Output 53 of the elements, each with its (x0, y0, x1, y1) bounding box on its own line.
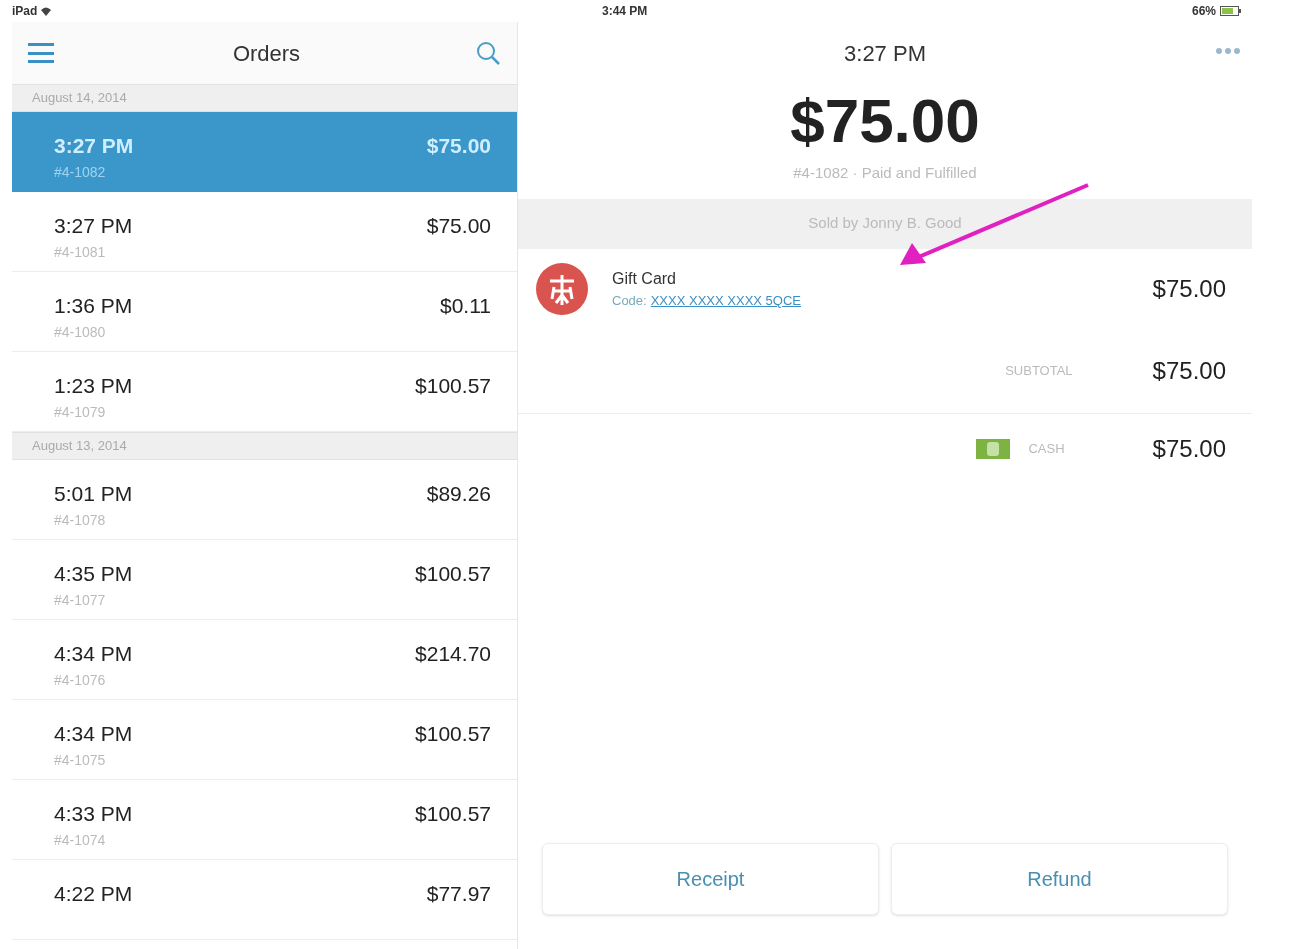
order-amount: $89.26 (426, 481, 491, 507)
action-button[interactable]: Receipt (542, 843, 879, 915)
cash-label: CASH (1028, 439, 1065, 458)
item-price: $75.00 (1152, 273, 1226, 304)
order-number: #4-1078 (54, 510, 107, 530)
order-time: 1:23 PM (54, 373, 133, 399)
order-number: #4-1075 (54, 750, 107, 770)
order-amount: $100.57 (415, 373, 491, 399)
panel-title: Orders (231, 39, 302, 68)
status-time: 3:44 PM (602, 3, 648, 20)
order-number: #4-1080 (54, 322, 107, 342)
order-time: 4:33 PM (54, 801, 133, 827)
item-name: Gift Card (612, 268, 677, 289)
battery-icon (1220, 6, 1242, 16)
order-number: #4-1077 (54, 590, 107, 610)
subtotal-amount: $75.00 (1152, 355, 1226, 386)
order-number: #4-1082 (54, 162, 107, 182)
code-link[interactable]: XXXX XXXX XXXX 5QCE (650, 290, 801, 311)
order-amount: $100.57 (415, 801, 491, 827)
order-amount: $100.57 (415, 561, 491, 587)
action-button[interactable]: Refund (891, 843, 1228, 915)
order-number: #4-1076 (54, 670, 107, 690)
order-amount: $77.97 (426, 881, 491, 907)
order-amount: $75.00 (426, 133, 491, 159)
search-icon[interactable] (475, 40, 501, 66)
order-time: 4:22 PM (54, 881, 133, 907)
order-time: 3:27 PM (54, 133, 134, 159)
order-time: 1:36 PM (54, 293, 133, 319)
order-time: 4:35 PM (54, 561, 133, 587)
order-number: #4-1081 (54, 242, 107, 262)
order-total: $75.00 (789, 90, 981, 152)
cash-icon (976, 438, 1011, 459)
wifi-icon (41, 6, 52, 16)
order-number: #4-1074 (54, 830, 107, 850)
date-header: August 13, 2014 (32, 437, 127, 456)
battery-percent: 66% (1191, 3, 1216, 20)
subtotal-label: SUBTOTAL (1005, 361, 1073, 380)
detail-title: 3:27 PM (844, 39, 926, 68)
order-number: #4-1079 (54, 402, 107, 422)
order-time: 4:34 PM (54, 641, 133, 667)
cash-amount: $75.00 (1152, 433, 1226, 464)
device-name: iPad (12, 3, 38, 20)
gift-card-icon (536, 262, 588, 315)
order-time: 3:27 PM (54, 213, 133, 239)
code-label: Code: (612, 291, 647, 310)
order-amount: $75.00 (426, 213, 491, 239)
order-amount: $214.70 (415, 641, 491, 667)
order-amount: $100.57 (415, 721, 491, 747)
order-time: 4:34 PM (54, 721, 133, 747)
order-status: #4-1082 · Paid and Fulfilled (792, 163, 978, 183)
order-amount: $0.11 (440, 293, 491, 319)
order-time: 5:01 PM (54, 481, 133, 507)
date-header: August 14, 2014 (32, 89, 127, 108)
